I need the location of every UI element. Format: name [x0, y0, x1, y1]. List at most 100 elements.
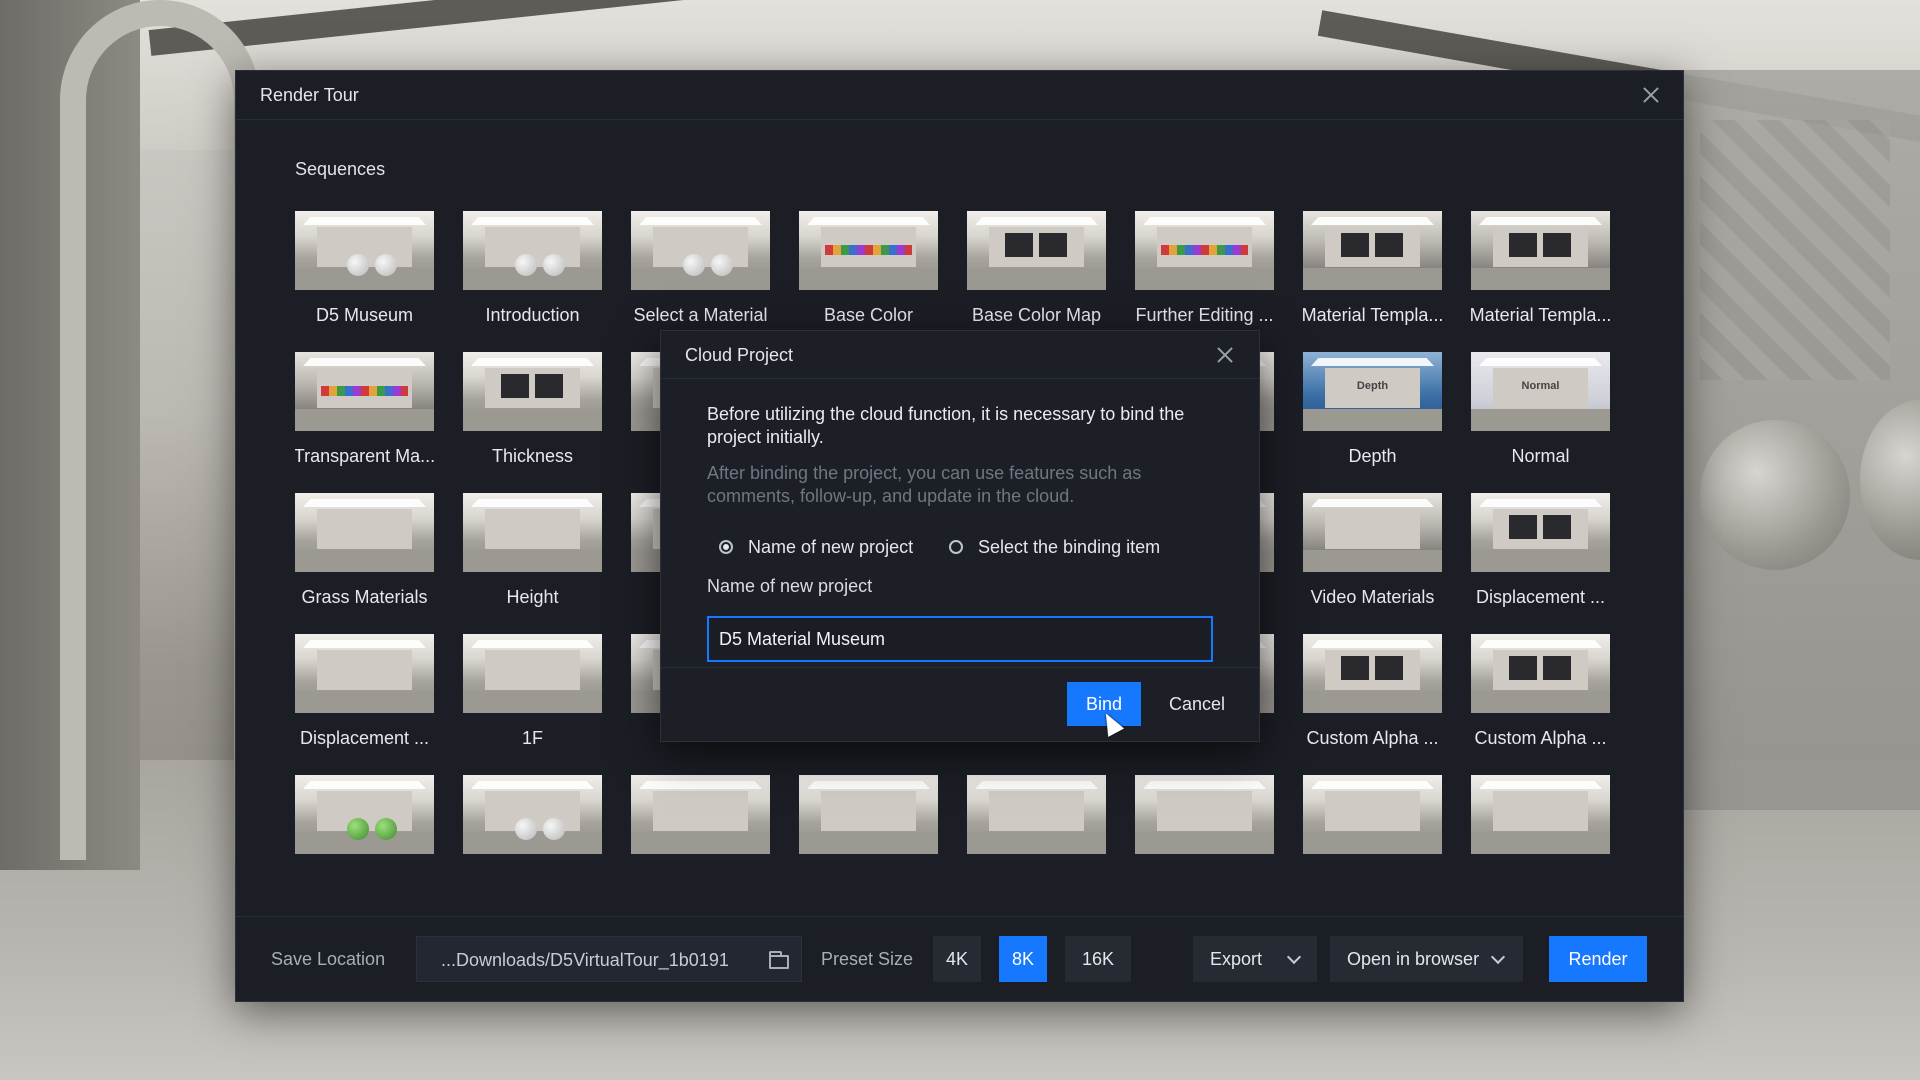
sequence-thumbnail [1303, 211, 1442, 290]
sequence-card[interactable]: Custom Alpha ... [1303, 634, 1442, 764]
open-in-browser-label: Open in browser [1347, 949, 1480, 969]
sequence-thumbnail: Normal [1471, 352, 1610, 431]
size-16k-button[interactable]: 16K [1065, 936, 1131, 982]
close-icon[interactable] [1211, 341, 1239, 369]
sequence-label: Custom Alpha ... [1474, 728, 1607, 748]
thumbnail-sign-text: Normal [1521, 380, 1560, 392]
size-4k-button[interactable]: 4K [933, 936, 981, 982]
sequence-label: Introduction [485, 305, 580, 325]
radio-select-binding-item[interactable]: Select the binding item [949, 535, 1160, 559]
sequence-card[interactable]: Material Templa... [1470, 211, 1611, 341]
radio-select-binding-label: Select the binding item [978, 536, 1161, 557]
save-path-field[interactable]: ...Downloads/D5VirtualTour_1b0191 [416, 936, 802, 982]
sequence-thumbnail [295, 211, 434, 290]
dialog-message: Before utilizing the cloud function, it … [707, 404, 1185, 447]
sequence-thumbnail [631, 775, 770, 854]
sequence-card[interactable] [463, 775, 602, 901]
sequence-card[interactable] [631, 775, 770, 901]
export-dropdown[interactable]: Export [1193, 936, 1317, 982]
sequence-card[interactable]: Material Templa... [1302, 211, 1443, 341]
sequence-thumbnail: Depth [1303, 352, 1442, 431]
folder-icon[interactable] [769, 951, 789, 969]
sequence-card[interactable]: Select a Material [631, 211, 770, 341]
scene-arch [60, 0, 260, 860]
sequence-card[interactable]: Thickness [463, 352, 602, 482]
sequence-thumbnail [463, 775, 602, 854]
size-8k-button[interactable]: 8K [999, 936, 1047, 982]
sequence-card[interactable]: Displacement ... [295, 634, 434, 764]
thumbnail-sign-text: Depth [1356, 380, 1389, 392]
dialog-title: Cloud Project [685, 345, 794, 365]
project-name-label: Name of new project [707, 576, 873, 596]
sequence-card[interactable]: Displacement ... [1471, 493, 1610, 623]
dialog-footer: Bind Cancel [661, 667, 1259, 741]
sequence-card[interactable]: Base Color [799, 211, 938, 341]
sequence-thumbnail [295, 775, 434, 854]
sequence-label: Depth [1348, 446, 1397, 466]
export-label: Export [1210, 949, 1263, 969]
dialog-submessage: After binding the project, you can use f… [707, 463, 1142, 506]
close-icon[interactable] [1637, 81, 1665, 109]
sequence-label: Select a Material [633, 305, 768, 325]
sequence-label: Normal [1511, 446, 1570, 466]
sequence-label: 1F [521, 728, 543, 748]
sequence-card[interactable] [1135, 775, 1274, 901]
preset-size-label: Preset Size [821, 949, 914, 969]
sequence-thumbnail [1303, 493, 1442, 572]
sequence-card[interactable]: Custom Alpha ... [1471, 634, 1610, 764]
sequences-heading: Sequences [295, 159, 386, 179]
sequence-card[interactable]: Base Color Map [967, 211, 1106, 341]
chevron-down-icon [1286, 949, 1302, 965]
radio-checked-icon [719, 540, 733, 554]
radio-new-project-label: Name of new project [748, 536, 914, 557]
sequence-label: Custom Alpha ... [1306, 728, 1439, 748]
sequence-label: Video Materials [1310, 587, 1435, 607]
cancel-button[interactable]: Cancel [1155, 682, 1239, 726]
sequence-label: Height [506, 587, 559, 607]
sequence-thumbnail [295, 634, 434, 713]
project-name-input[interactable] [707, 616, 1213, 662]
sequence-thumbnail [1471, 493, 1610, 572]
sequence-thumbnail [631, 211, 770, 290]
render-button[interactable]: Render [1549, 936, 1647, 982]
sequence-label: D5 Museum [315, 305, 414, 325]
sequence-thumbnail [1303, 634, 1442, 713]
sequence-card[interactable]: Depth Depth [1303, 352, 1442, 482]
sequence-thumbnail [1471, 775, 1610, 854]
sequence-card[interactable]: 1F [463, 634, 602, 764]
sequence-thumbnail [1303, 775, 1442, 854]
sequence-card[interactable] [1471, 775, 1610, 901]
sequence-card[interactable]: Further Editing ... [1135, 211, 1274, 341]
sequence-card[interactable]: Normal Normal [1471, 352, 1610, 482]
sequence-thumbnail [295, 352, 434, 431]
sequence-thumbnail [463, 493, 602, 572]
sequence-thumbnail [295, 493, 434, 572]
sequence-card[interactable] [967, 775, 1106, 901]
cloud-project-dialog: Cloud Project Before utilizing the cloud… [660, 330, 1260, 742]
sequence-card[interactable]: Grass Materials [295, 493, 434, 623]
open-in-browser-dropdown[interactable]: Open in browser [1330, 936, 1523, 982]
sequence-thumbnail [463, 634, 602, 713]
sequence-thumbnail [463, 211, 602, 290]
sequence-label: Further Editing ... [1135, 305, 1274, 325]
sequence-thumbnail [1471, 211, 1610, 290]
sequence-label: Base Color Map [971, 305, 1102, 325]
sequence-card[interactable]: Height [463, 493, 602, 623]
sequence-card[interactable]: Transparent Ma... [295, 352, 435, 482]
sequence-label: Displacement ... [299, 728, 430, 748]
radio-new-project[interactable]: Name of new project [719, 535, 913, 559]
sequence-thumbnail [1135, 211, 1274, 290]
sequence-card[interactable] [295, 775, 434, 901]
sequence-card[interactable]: Introduction [463, 211, 602, 341]
sequence-card[interactable]: D5 Museum [295, 211, 434, 341]
sequence-card[interactable] [1303, 775, 1442, 901]
sequence-thumbnail [799, 211, 938, 290]
sequence-card[interactable]: Video Materials [1303, 493, 1442, 623]
sequence-card[interactable] [799, 775, 938, 901]
sequence-label: Grass Materials [301, 587, 428, 607]
bottom-toolbar: Save Location ...Downloads/D5VirtualTour… [236, 916, 1683, 1001]
chevron-down-icon [1490, 949, 1506, 965]
sequence-label: Material Templa... [1469, 305, 1612, 325]
dialog-titlebar: Cloud Project [661, 331, 1259, 379]
scene-sphere [1700, 420, 1850, 570]
